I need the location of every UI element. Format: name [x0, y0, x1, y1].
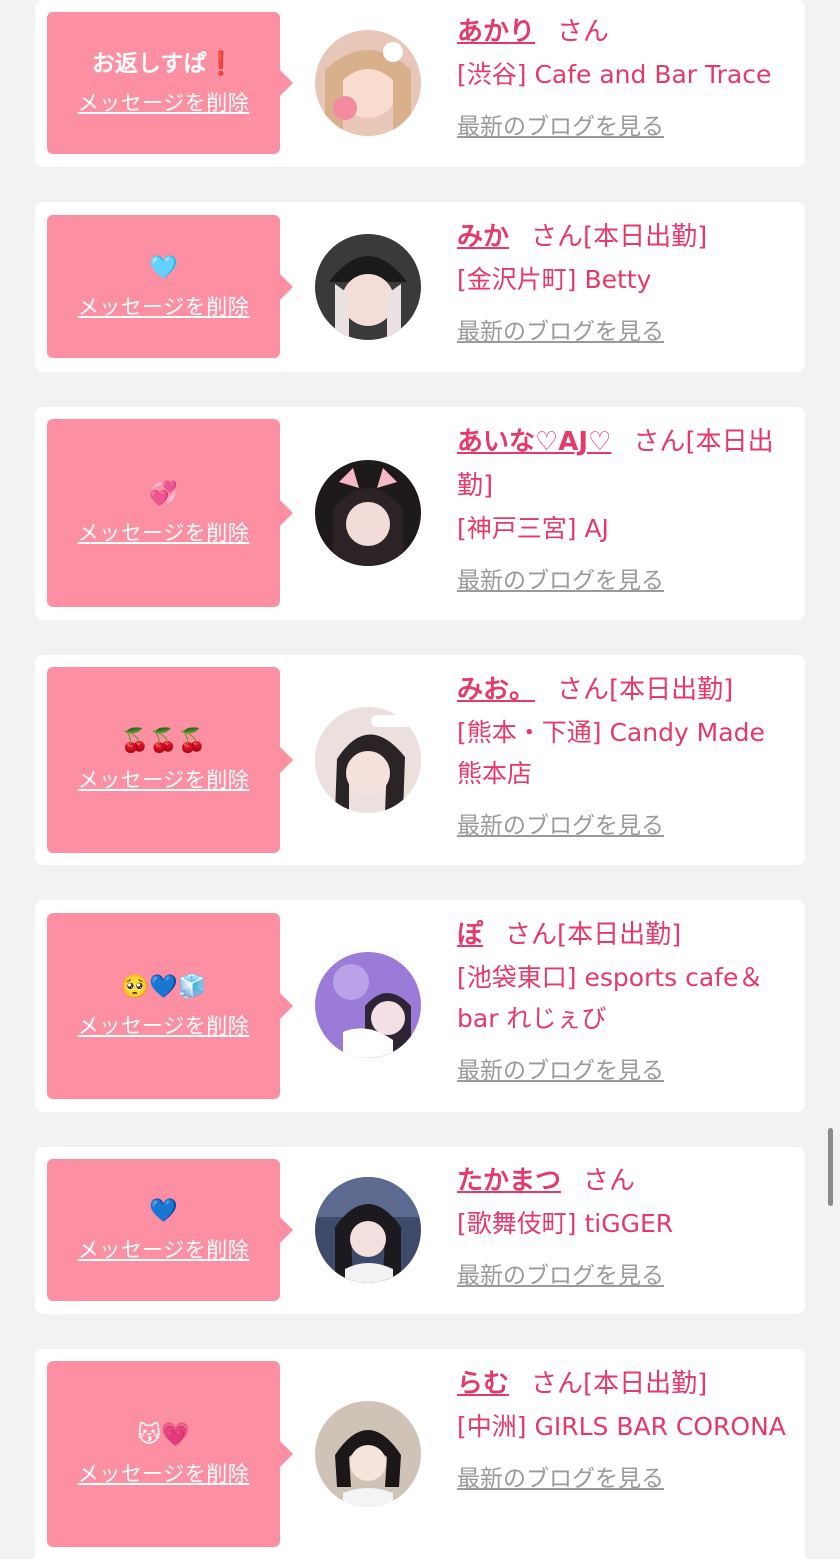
honorific: さん: [583, 1166, 636, 1196]
cast-info: みお。 さん[本日出勤] [熊本・下通] Candy Made 熊本店 最新のブロ…: [457, 668, 797, 840]
avatar[interactable]: [315, 460, 421, 566]
delete-message-link[interactable]: メッセージを削除: [78, 1010, 250, 1040]
honorific: さん: [633, 427, 686, 457]
latest-blog-link[interactable]: 最新のブログを見る: [457, 1459, 664, 1493]
status-badge: [本日出勤]: [609, 675, 734, 705]
shop-name: [中洲] GIRLS BAR CORONA: [457, 1412, 786, 1441]
status-badge: [本日出勤]: [583, 222, 708, 252]
latest-blog-link[interactable]: 最新のブログを見る: [457, 561, 664, 595]
message-bubble: 😽💗 メッセージを削除: [47, 1361, 293, 1547]
cast-info: たかまつ さん [歌舞伎町] tiGGER 最新のブログを見る: [457, 1159, 797, 1290]
honorific: さん: [531, 222, 584, 252]
cast-name-link[interactable]: あかり: [457, 17, 535, 47]
latest-blog-link[interactable]: 最新のブログを見る: [457, 1051, 664, 1085]
message-card: お返しすぱ❗️ メッセージを削除 あかり さん [渋谷] Cafe and Bar…: [35, 0, 805, 167]
cast-name-link[interactable]: たかまつ: [457, 1166, 561, 1196]
message-text: お返しすぱ❗️: [91, 51, 236, 77]
avatar[interactable]: [315, 952, 421, 1058]
message-bubble: 🩵 メッセージを削除: [47, 215, 293, 358]
message-text: 🍒🍒🍒: [120, 728, 207, 754]
avatar[interactable]: [315, 1177, 421, 1283]
cast-name-link[interactable]: みか: [457, 222, 509, 252]
avatar[interactable]: [315, 1401, 421, 1507]
latest-blog-link[interactable]: 最新のブログを見る: [457, 1256, 664, 1290]
status-badge: [本日出勤]: [583, 1369, 708, 1399]
message-text: 💞: [149, 481, 178, 507]
cast-name-link[interactable]: ぽ: [457, 920, 483, 950]
message-card: 💙 メッセージを削除 たかまつ さん [歌舞伎町] tiGGER 最新のブログを見…: [35, 1147, 805, 1314]
cast-info: らむ さん[本日出勤] [中洲] GIRLS BAR CORONA 最新のブログを…: [457, 1362, 797, 1493]
avatar[interactable]: [315, 707, 421, 813]
delete-message-link[interactable]: メッセージを削除: [78, 87, 250, 117]
cast-info: みか さん[本日出勤] [金沢片町] Betty 最新のブログを見る: [457, 215, 797, 346]
honorific: さん: [505, 920, 558, 950]
avatar[interactable]: [315, 30, 421, 136]
delete-message-link[interactable]: メッセージを削除: [78, 1458, 250, 1488]
shop-name: [金沢片町] Betty: [457, 265, 652, 294]
message-text: 😽💗: [137, 1422, 190, 1448]
honorific: さん: [557, 675, 610, 705]
message-card: 🍒🍒🍒 メッセージを削除 みお。 さん[本日出勤] [熊本・下通] Candy M…: [35, 655, 805, 865]
delete-message-link[interactable]: メッセージを削除: [78, 764, 250, 794]
cast-info: ぽさん[本日出勤] [池袋東口] esports cafe＆bar れじぇび 最…: [457, 913, 797, 1085]
message-bubble: 💙 メッセージを削除: [47, 1159, 293, 1301]
shop-name: [熊本・下通] Candy Made 熊本店: [457, 718, 765, 788]
shop-name: [池袋東口] esports cafe＆bar れじぇび: [457, 963, 764, 1033]
shop-name: [歌舞伎町] tiGGER: [457, 1209, 674, 1238]
message-bubble: 🍒🍒🍒 メッセージを削除: [47, 667, 293, 853]
shop-name: [神戸三宮] AJ: [457, 514, 609, 543]
shop-name: [渋谷] Cafe and Bar Trace: [457, 60, 772, 89]
delete-message-link[interactable]: メッセージを削除: [78, 291, 250, 321]
avatar[interactable]: [315, 234, 421, 340]
cast-info: あいな♡AJ♡ さん[本日出勤] [神戸三宮] AJ 最新のブログを見る: [457, 420, 797, 595]
latest-blog-link[interactable]: 最新のブログを見る: [457, 107, 664, 141]
message-text: 🩵: [149, 254, 178, 281]
cast-name-link[interactable]: みお。: [457, 675, 535, 705]
honorific: さん: [531, 1369, 584, 1399]
delete-message-link[interactable]: メッセージを削除: [78, 1234, 250, 1264]
latest-blog-link[interactable]: 最新のブログを見る: [457, 312, 664, 346]
message-text: 🥺💙🧊: [120, 974, 207, 1000]
message-card: 😽💗 メッセージを削除 らむ さん[本日出勤] [中洲] GIRLS BAR CO…: [35, 1349, 805, 1559]
status-badge: [本日出勤]: [557, 920, 682, 950]
message-card: 🥺💙🧊 メッセージを削除 ぽさん[本日出勤] [池袋東口] esports ca…: [35, 900, 805, 1112]
scrollbar[interactable]: [828, 1128, 833, 1206]
cast-name-link[interactable]: らむ: [457, 1369, 509, 1399]
cast-info: あかり さん [渋谷] Cafe and Bar Trace 最新のブログを見る: [457, 10, 797, 141]
delete-message-link[interactable]: メッセージを削除: [78, 517, 250, 547]
message-card: 🩵 メッセージを削除 みか さん[本日出勤] [金沢片町] Betty 最新のブロ…: [35, 202, 805, 372]
message-bubble: 🥺💙🧊 メッセージを削除: [47, 913, 293, 1099]
message-bubble: お返しすぱ❗️ メッセージを削除: [47, 12, 293, 154]
message-card: 💞 メッセージを削除 あいな♡AJ♡ さん[本日出勤] [神戸三宮] AJ 最新の…: [35, 407, 805, 620]
message-bubble: 💞 メッセージを削除: [47, 419, 293, 607]
cast-name-link[interactable]: あいな♡AJ♡: [457, 427, 611, 457]
honorific: さん: [557, 17, 610, 47]
latest-blog-link[interactable]: 最新のブログを見る: [457, 806, 664, 840]
message-text: 💙: [149, 1198, 178, 1224]
